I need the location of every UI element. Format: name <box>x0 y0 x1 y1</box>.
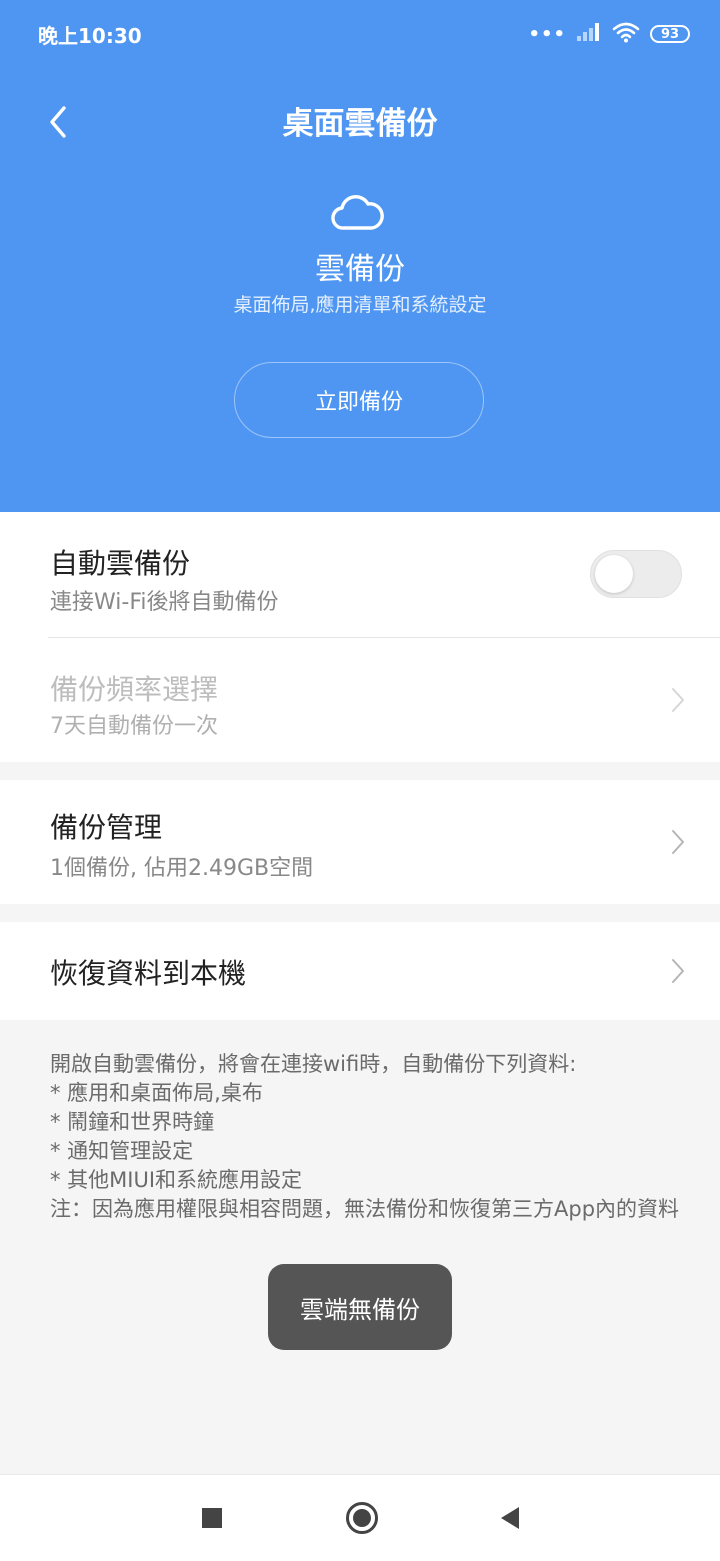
chevron-right-icon <box>672 830 684 854</box>
back-nav-button[interactable] <box>470 1475 550 1561</box>
signal-dots: ••• <box>528 23 566 45</box>
wifi-icon <box>612 21 640 47</box>
status-time: 晚上10:30 <box>38 24 142 48</box>
backup-frequency-row[interactable]: 備份頻率選擇 7天自動備份一次 <box>0 638 720 762</box>
backup-management-subtitle: 1個備份, 佔用2.49GB空間 <box>50 856 314 881</box>
cloud-icon <box>330 190 388 234</box>
cellular-signal-icon <box>576 22 602 46</box>
page-title: 桌面雲備份 <box>282 106 438 142</box>
home-circle-icon <box>346 1502 378 1534</box>
hero-subtitle: 桌面佈局,應用清單和系統設定 <box>233 294 487 316</box>
backup-frequency-title: 備份頻率選擇 <box>50 673 219 706</box>
restore-title: 恢復資料到本機 <box>50 957 247 990</box>
auto-backup-section: 自動雲備份 連接Wi-Fi後將自動備份 備份頻率選擇 7天自動備份一次 <box>0 512 720 762</box>
back-triangle-icon <box>501 1507 519 1529</box>
restore-row[interactable]: 恢復資料到本機 <box>0 922 720 1020</box>
backup-management-row[interactable]: 備份管理 1個備份, 佔用2.49GB空間 <box>0 780 720 904</box>
info-line: * 鬧鐘和世界時鐘 <box>50 1110 215 1134</box>
square-icon <box>202 1508 222 1528</box>
navigation-bar <box>0 1474 720 1561</box>
auto-backup-title: 自動雲備份 <box>50 547 191 580</box>
toggle-knob <box>595 555 633 593</box>
backup-management-title: 備份管理 <box>50 811 163 844</box>
status-bar: 晚上10:30 ••• 93 <box>0 0 720 70</box>
status-icons: ••• 93 <box>528 18 690 50</box>
restore-section: 恢復資料到本機 <box>0 922 720 1020</box>
info-line: * 應用和桌面佈局,桌布 <box>50 1081 263 1105</box>
backup-management-section: 備份管理 1個備份, 佔用2.49GB空間 <box>0 780 720 904</box>
toast-message: 雲端無備份 <box>268 1264 452 1350</box>
chevron-right-icon <box>672 688 684 712</box>
battery-icon: 93 <box>650 25 690 43</box>
auto-backup-subtitle: 連接Wi-Fi後將自動備份 <box>50 590 279 615</box>
backup-now-button[interactable]: 立即備份 <box>234 362 484 438</box>
info-line: 注：因為應用權限與相容問題，無法備份和恢復第三方App內的資料 <box>50 1197 680 1221</box>
backup-frequency-subtitle: 7天自動備份一次 <box>50 714 218 739</box>
recents-button[interactable] <box>172 1475 252 1561</box>
auto-backup-toggle[interactable] <box>590 550 682 598</box>
backup-info-text: 開啟自動雲備份，將會在連接wifi時，自動備份下列資料: * 應用和桌面佈局,桌… <box>50 1050 680 1224</box>
auto-backup-row[interactable]: 自動雲備份 連接Wi-Fi後將自動備份 <box>0 512 720 636</box>
info-line: * 通知管理設定 <box>50 1139 194 1163</box>
hero-title: 雲備份 <box>315 252 405 287</box>
chevron-right-icon <box>672 959 684 983</box>
header: 晚上10:30 ••• 93 桌面雲備份 雲備份 桌面佈局,應用清單和系統設定 … <box>0 0 720 512</box>
info-line: * 其他MIUI和系統應用設定 <box>50 1168 303 1192</box>
home-button[interactable] <box>322 1475 402 1561</box>
info-line: 開啟自動雲備份，將會在連接wifi時，自動備份下列資料: <box>50 1052 577 1076</box>
